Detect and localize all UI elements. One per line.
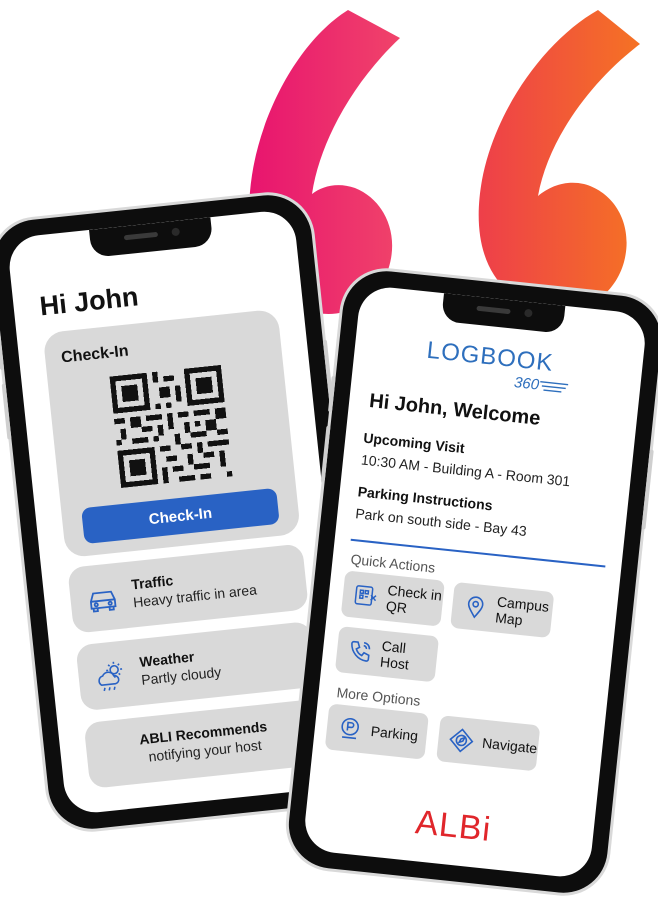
parking-instructions-detail: Park on south side - Bay 43 — [354, 505, 528, 540]
albi-logo-text: ALBi — [414, 803, 493, 849]
logo-text: LOGBOOK — [426, 337, 555, 377]
phone-icon — [351, 640, 371, 662]
campus-map-label: Campus Map — [494, 593, 550, 629]
compass-icon — [449, 728, 474, 753]
call-host-label: Call Host — [379, 637, 410, 673]
quote-mark-right — [478, 10, 640, 312]
parking-label: Parking — [370, 722, 419, 744]
greeting-title: Hi John — [38, 281, 140, 322]
logo-subtext: 360 — [513, 374, 540, 394]
upcoming-visit-heading: Upcoming Visit — [362, 429, 466, 457]
parking-icon — [341, 717, 359, 740]
checkin-title: Check-In — [60, 342, 130, 367]
car-icon — [89, 590, 117, 613]
map-pin-icon — [467, 596, 484, 619]
notch — [89, 217, 214, 258]
campus-map-button[interactable]: Campus Map — [450, 581, 555, 639]
weather-card[interactable]: Weather Partly cloudy — [75, 620, 318, 712]
checkin-card: Check-In Check-In — [42, 308, 301, 559]
traffic-card[interactable]: Traffic Heavy traffic in area — [67, 543, 309, 634]
parking-button[interactable]: Parking — [324, 703, 429, 760]
call-host-button[interactable]: Call Host — [334, 626, 440, 683]
checkin-qr-label: Check in QR — [385, 581, 443, 616]
side-button — [0, 333, 5, 371]
recommendation-card[interactable]: ABLI Recommends notifying your host — [83, 698, 326, 789]
qr-icon — [354, 585, 377, 606]
traffic-title: Traffic — [130, 572, 174, 593]
navigate-label: Navigate — [481, 734, 539, 757]
navigate-button[interactable]: Navigate — [436, 715, 541, 772]
upcoming-visit-detail: 10:30 AM - Building A - Room 301 — [360, 451, 571, 490]
checkin-button[interactable]: Check-In — [81, 487, 280, 545]
qr-code — [109, 364, 233, 489]
albi-logo: ALBi — [414, 803, 493, 849]
checkin-qr-button[interactable]: Check in QR — [340, 570, 445, 627]
phone-mockup-right: LOGBOOK 360 Hi John, Welcome Upcoming Vi… — [284, 266, 658, 898]
phone-screen: LOGBOOK 360 Hi John, Welcome Upcoming Vi… — [302, 284, 648, 880]
weather-icon — [98, 661, 123, 692]
welcome-title: Hi John, Welcome — [368, 390, 542, 430]
logbook-logo: LOGBOOK 360 — [426, 337, 569, 394]
notch — [441, 293, 566, 334]
